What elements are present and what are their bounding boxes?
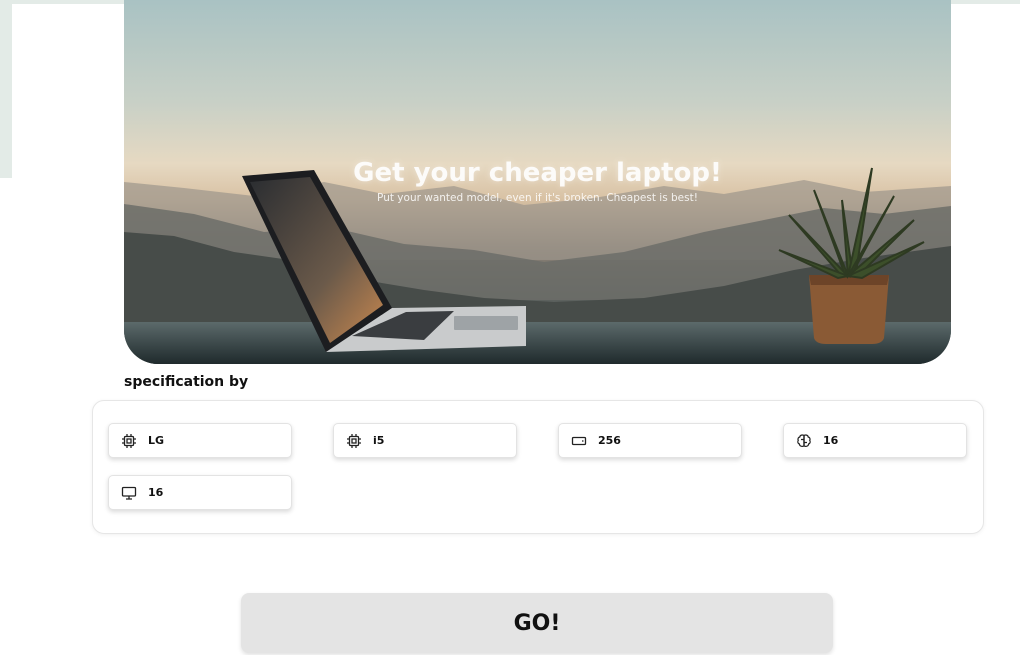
spec-chip-processor[interactable]: i5 bbox=[333, 423, 517, 458]
spec-chip-display[interactable]: 16 bbox=[108, 475, 292, 510]
hard-drive-icon bbox=[571, 433, 587, 449]
spec-chip-value: i5 bbox=[373, 434, 385, 447]
spec-chip-value: 16 bbox=[823, 434, 839, 447]
spec-chip-value: 256 bbox=[598, 434, 621, 447]
cpu-icon bbox=[346, 433, 362, 449]
specification-label: specification by bbox=[124, 374, 249, 390]
spec-chip-brand[interactable]: LG bbox=[108, 423, 292, 458]
brain-icon bbox=[796, 433, 812, 449]
spec-chip-storage[interactable]: 256 bbox=[558, 423, 742, 458]
side-background-strip bbox=[0, 0, 12, 178]
specification-panel: LG i5 256 16 16 bbox=[92, 400, 984, 534]
spec-chip-memory[interactable]: 16 bbox=[783, 423, 967, 458]
spec-chip-value: 16 bbox=[148, 486, 164, 499]
hero-banner: Get your cheaper laptop! Put your wanted… bbox=[124, 0, 951, 364]
hero-subtitle: Put your wanted model, even if it's brok… bbox=[377, 192, 698, 204]
cpu-icon bbox=[121, 433, 137, 449]
hero-title: Get your cheaper laptop! bbox=[353, 158, 722, 188]
monitor-icon bbox=[121, 485, 137, 501]
spec-chip-value: LG bbox=[148, 434, 165, 447]
go-button[interactable]: GO! bbox=[241, 593, 833, 653]
